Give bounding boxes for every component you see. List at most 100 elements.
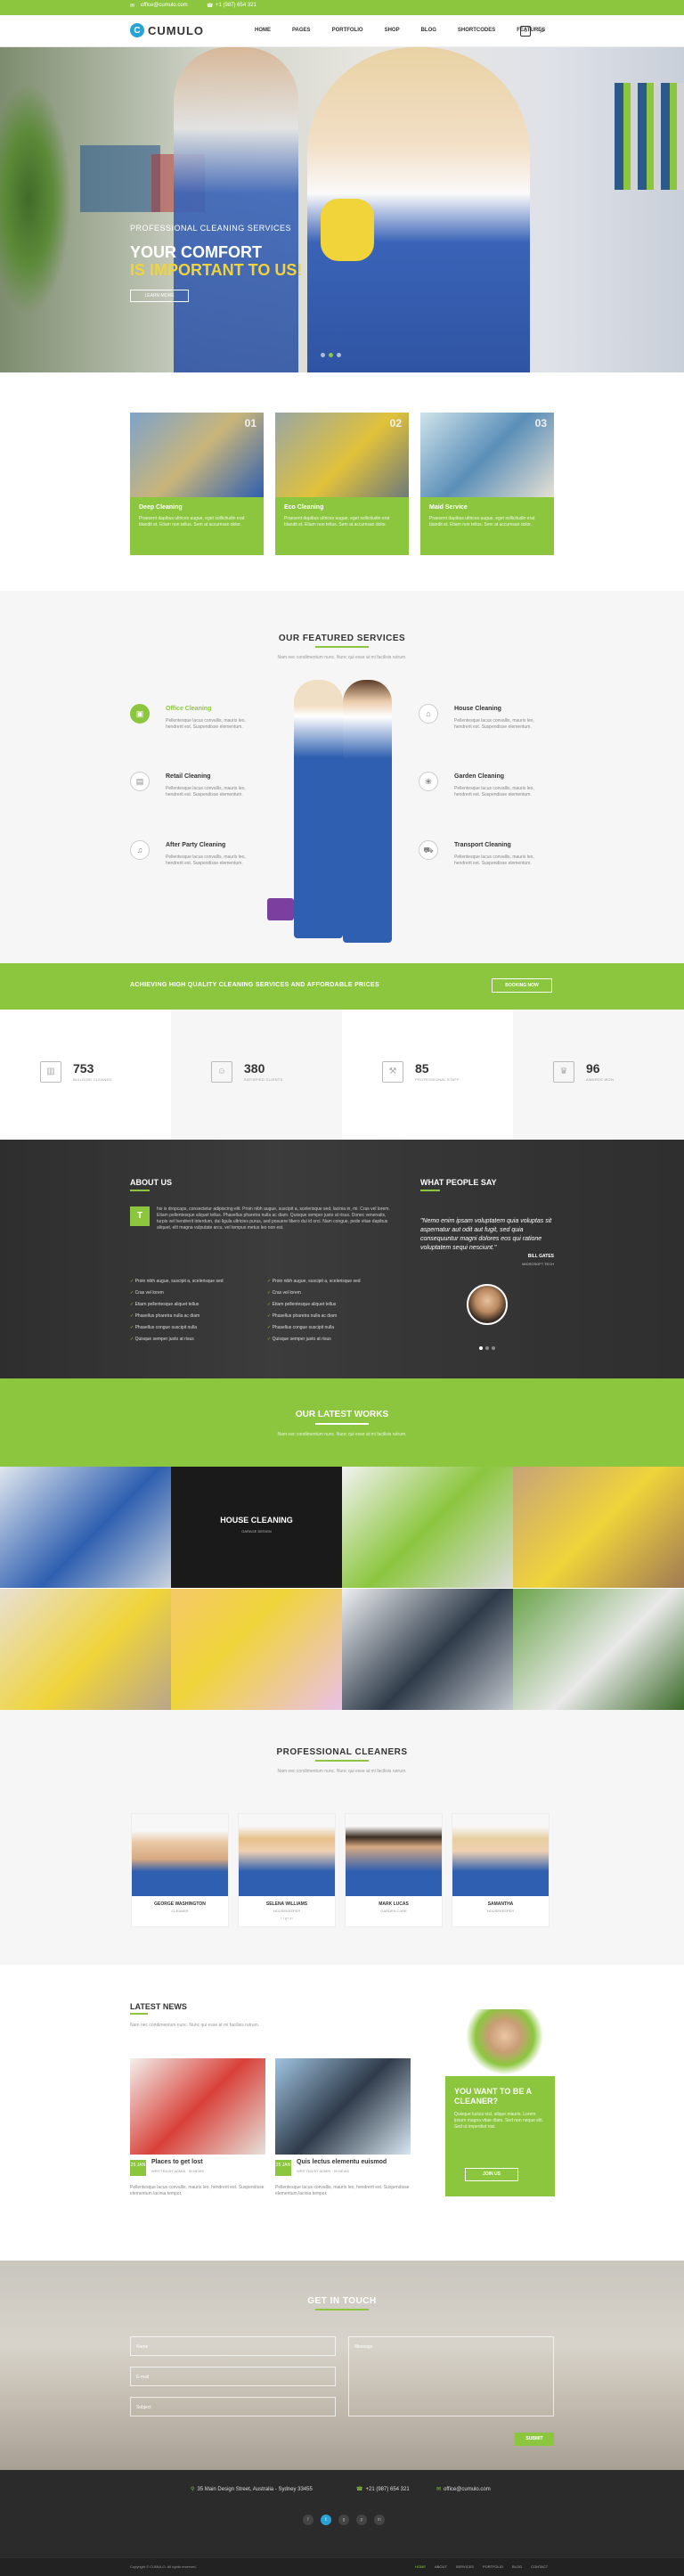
news-post[interactable]: 25 JAN Quis lectus elementu euismod WRIT… bbox=[275, 2058, 411, 2196]
news-post-title[interactable]: Places to get lost bbox=[151, 2159, 265, 2165]
contact-title: GET IN TOUCH bbox=[307, 2296, 377, 2306]
logo-text: CUMULO bbox=[148, 23, 205, 37]
nav-item-shop[interactable]: SHOP bbox=[385, 28, 400, 33]
footer-nav-blog[interactable]: BLOG bbox=[512, 2564, 522, 2569]
team-title: PROFESSIONAL CLEANERS bbox=[276, 1747, 408, 1757]
main-navbar: C CUMULO HOME PAGES PORTFOLIO SHOP BLOG … bbox=[0, 15, 684, 47]
team-social-icons[interactable]: f t g+ in bbox=[239, 1916, 335, 1920]
trophy-icon: ♛ bbox=[553, 1061, 574, 1083]
stats-section: ▥ 753 BUILDING CLEANED ☺ 380 SATISFIED C… bbox=[0, 1010, 684, 1140]
team-member-card[interactable]: GEORGE WASHINGTON CLEANER bbox=[131, 1813, 229, 1927]
portfolio-item[interactable] bbox=[0, 1589, 171, 1710]
testimonial-dot[interactable] bbox=[485, 1346, 489, 1350]
feature-title: Office Cleaning bbox=[166, 706, 212, 712]
portfolio-item[interactable] bbox=[513, 1467, 684, 1588]
footer-address: ⚲ 35 Main Design Street, Australia - Sydn… bbox=[191, 2486, 313, 2492]
nav-item-portfolio[interactable]: PORTFOLIO bbox=[332, 28, 363, 33]
card-image bbox=[420, 413, 554, 497]
submit-button[interactable]: SUBMIT bbox=[515, 2433, 554, 2446]
footer-email[interactable]: ✉ office@cumulo.com bbox=[436, 2486, 491, 2492]
nav-item-home[interactable]: HOME bbox=[255, 28, 271, 33]
banner-text: ACHIEVING HIGH QUALITY CLEANING SERVICES… bbox=[130, 982, 379, 988]
pinterest-icon[interactable]: p bbox=[356, 2515, 367, 2525]
about-list-item: Proin nibh augue, suscipit a, scelerisqu… bbox=[267, 1279, 361, 1284]
service-card[interactable]: 02 Eco Cleaning Praesent dapibus ultrices… bbox=[275, 413, 409, 555]
logo[interactable]: C CUMULO bbox=[130, 23, 204, 37]
email-field[interactable]: E-mail bbox=[130, 2367, 336, 2386]
nav-item-shortcodes[interactable]: SHORTCODES bbox=[458, 28, 495, 33]
slider-dot-active[interactable] bbox=[329, 353, 333, 357]
topbar-email[interactable]: office@cumulo.com bbox=[141, 3, 188, 8]
team-photo bbox=[452, 1814, 549, 1896]
portfolio-title: HOUSE CLEANING bbox=[220, 1516, 293, 1525]
testimonial-title: WHAT PEOPLE SAY bbox=[420, 1178, 497, 1187]
social-icons: f t g p in bbox=[303, 2515, 385, 2525]
nav-item-blog[interactable]: BLOG bbox=[421, 28, 436, 33]
footer-nav-about[interactable]: ABOUT bbox=[435, 2564, 447, 2569]
learn-more-button[interactable]: LEARN MORE bbox=[130, 290, 189, 302]
testimonial-dot-active[interactable] bbox=[479, 1346, 483, 1350]
news-subtitle: Nam nec condimentum nunc. Nunc qui esse … bbox=[130, 2023, 260, 2028]
booking-now-button[interactable]: BOOKING NOW bbox=[492, 978, 552, 993]
title-underline bbox=[315, 2309, 369, 2310]
team-name: GEORGE WASHINGTON bbox=[154, 1901, 206, 1907]
service-card[interactable]: 03 Maid Service Praesent dapibus ultrices… bbox=[420, 413, 554, 555]
title-underline bbox=[315, 1760, 369, 1762]
contact-section: GET IN TOUCH Name E-mail Subject Message… bbox=[0, 2261, 684, 2470]
news-date: 25 JAN bbox=[275, 2160, 291, 2176]
google-plus-icon[interactable]: g bbox=[338, 2515, 349, 2525]
about-list-item: Quisque semper justo at risus bbox=[130, 1337, 194, 1342]
slider-dot[interactable] bbox=[321, 353, 325, 357]
team-member-card[interactable]: SAMANTHA HOUSEKEEPER bbox=[452, 1813, 550, 1927]
team-member-card[interactable]: SELENA WILLIAMS HOUSEKEEPER f t g+ in bbox=[238, 1813, 336, 1927]
portfolio-item[interactable] bbox=[342, 1589, 513, 1710]
news-excerpt: Pellentesque lacus convallis, mauris leo… bbox=[275, 2185, 410, 2196]
slider-dot[interactable] bbox=[337, 353, 341, 357]
team-name: SELENA WILLIAMS bbox=[265, 1901, 308, 1907]
portfolio-item-highlight[interactable]: HOUSE CLEANING GARAGE DESIGN bbox=[171, 1467, 342, 1588]
portfolio-item[interactable] bbox=[342, 1467, 513, 1588]
news-post[interactable]: 25 JAN Places to get lost WRITTEN BY ADM… bbox=[130, 2058, 265, 2196]
portfolio-item[interactable] bbox=[513, 1589, 684, 1710]
phone-icon: ☎ bbox=[207, 4, 214, 9]
truck-icon: ⛟ bbox=[419, 840, 438, 860]
cleaners-image bbox=[267, 680, 410, 952]
feature-text: Pellentesque lacus convallis, mauris leo… bbox=[454, 718, 534, 730]
name-field[interactable]: Name bbox=[130, 2336, 336, 2356]
twitter-icon[interactable]: t bbox=[321, 2515, 331, 2525]
feature-title: Garden Cleaning bbox=[454, 773, 505, 780]
stat-item: ♛ 96 AWARDS WON bbox=[513, 1010, 684, 1140]
footer-nav-contact[interactable]: CONTACT bbox=[531, 2564, 548, 2569]
facebook-icon[interactable]: f bbox=[303, 2515, 314, 2525]
email-text[interactable]: office@cumulo.com bbox=[444, 2487, 491, 2492]
stat-number: 753 bbox=[73, 1061, 94, 1075]
cleaner-woman bbox=[294, 680, 343, 938]
search-icon[interactable]: ⌕ bbox=[540, 26, 545, 36]
testimonial-dot[interactable] bbox=[492, 1346, 495, 1350]
team-photo bbox=[132, 1814, 228, 1896]
news-excerpt: Pellentesque lacus convallis, mauris leo… bbox=[130, 2185, 265, 2196]
linkedin-icon[interactable]: in bbox=[374, 2515, 385, 2525]
about-list-item: Cras vel lorem bbox=[267, 1290, 301, 1296]
cart-icon[interactable]: 0 bbox=[520, 26, 531, 37]
portfolio-item[interactable] bbox=[0, 1467, 171, 1588]
footer-nav-portfolio[interactable]: PORTFOLIO bbox=[483, 2564, 503, 2569]
footer-nav-home[interactable]: HOME bbox=[415, 2564, 426, 2569]
hero-books bbox=[615, 83, 684, 190]
works-subtitle: Nam nec condimentum nunc. Nunc qui esse … bbox=[277, 1432, 407, 1437]
footer-nav-services[interactable]: SERVICES bbox=[456, 2564, 474, 2569]
portfolio-item[interactable] bbox=[171, 1589, 342, 1710]
title-underline bbox=[315, 1423, 369, 1425]
team-photo bbox=[239, 1814, 335, 1896]
team-member-card[interactable]: MARK LUCAS GARDEN CARE bbox=[345, 1813, 443, 1927]
nav-item-pages[interactable]: PAGES bbox=[292, 28, 311, 33]
service-cards: 01 Deep Cleaning Praesent dapibus ultrice… bbox=[0, 372, 684, 591]
service-card[interactable]: 01 Deep Cleaning Praesent dapibus ultrice… bbox=[130, 413, 264, 555]
news-post-title[interactable]: Quis lectus elementu euismod bbox=[297, 2159, 411, 2165]
news-title: LATEST NEWS bbox=[130, 2002, 187, 2011]
message-field[interactable]: Message bbox=[348, 2336, 554, 2417]
works-title: OUR LATEST WORKS bbox=[295, 1410, 389, 1419]
join-us-button[interactable]: JOIN US bbox=[465, 2168, 518, 2181]
subject-field[interactable]: Subject bbox=[130, 2397, 336, 2417]
user-icon: ☺ bbox=[211, 1061, 232, 1083]
